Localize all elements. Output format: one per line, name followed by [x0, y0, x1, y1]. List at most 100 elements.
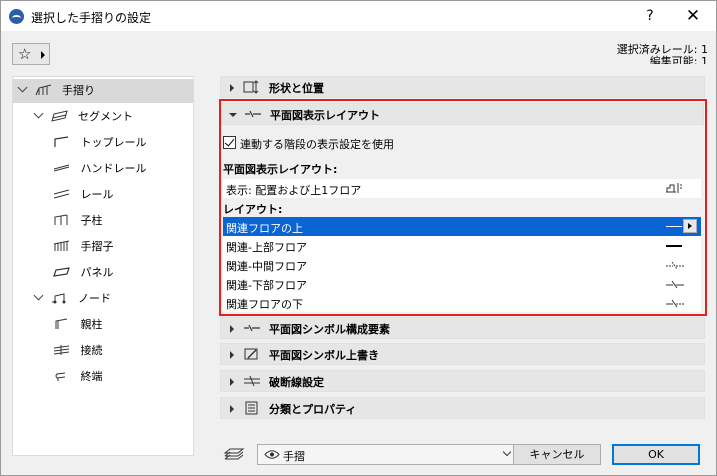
- break-line-icon: [666, 260, 684, 270]
- tree-item-label: トップレール: [80, 136, 147, 149]
- tree-item-main-post[interactable]: 親柱: [53, 313, 103, 337]
- tree-item-baluster[interactable]: 手摺子: [53, 235, 114, 259]
- eye-icon: [264, 449, 280, 460]
- railing-icon: [35, 84, 52, 96]
- chevron-down-icon[interactable]: [17, 82, 28, 93]
- tree-item-label: パネル: [80, 266, 114, 279]
- connection-icon: [53, 344, 70, 356]
- star-icon: ☆: [18, 45, 32, 63]
- section-symbol-components[interactable]: 平面図シンボル構成要素: [220, 317, 705, 339]
- expand-arrow-icon: [230, 84, 234, 92]
- symbol-components-icon: [243, 321, 261, 335]
- post-icon: [53, 214, 70, 226]
- handrail-icon: [53, 162, 70, 174]
- display-value: 表示: 配置および上1フロア: [226, 184, 362, 197]
- section-break-line[interactable]: 破断線設定: [220, 370, 705, 392]
- tree-item-label: ハンドレール: [80, 162, 147, 175]
- tree-item-label: ノード: [78, 292, 111, 305]
- tree-item-label: 手摺子: [80, 240, 114, 253]
- favorite-selector[interactable]: 手摺: [257, 444, 519, 465]
- favorites-button[interactable]: ☆: [12, 43, 50, 65]
- layout-label: レイアウト:: [223, 203, 283, 216]
- document-list-icon: [243, 401, 261, 415]
- segment-icon: [50, 110, 68, 122]
- tree-item-label: 子柱: [80, 214, 103, 227]
- tree-item-railing[interactable]: 手摺り: [13, 79, 193, 103]
- tree-item-top-rail[interactable]: トップレール: [53, 131, 147, 155]
- tree-item-connection[interactable]: 接続: [53, 339, 103, 363]
- tree-item-label: 親柱: [80, 318, 103, 331]
- main-post-icon: [53, 318, 70, 330]
- layout-row-below[interactable]: 関連フロアの下: [223, 293, 701, 312]
- node-icon: [51, 292, 68, 304]
- editable-count: 編集可能: 1: [649, 55, 708, 64]
- symbol-override-icon: [243, 347, 261, 361]
- layout-row-lower[interactable]: 関連-下部フロア: [223, 274, 701, 293]
- rail-icon: [53, 188, 70, 200]
- tree-item-panel[interactable]: パネル: [53, 261, 114, 285]
- tree-item-handrail[interactable]: ハンドレール: [53, 157, 147, 181]
- tree-item-node[interactable]: ノード: [33, 287, 111, 311]
- checkbox-checked[interactable]: [223, 136, 236, 149]
- tree-item-label: セグメント: [78, 110, 133, 123]
- top-rail-icon: [53, 136, 70, 148]
- layers-icon[interactable]: [223, 447, 245, 463]
- tree-item-label: 接続: [80, 344, 103, 357]
- section-label: 分類とプロパティ: [269, 403, 357, 416]
- section-label: 平面図シンボル上書き: [269, 349, 379, 362]
- shape-position-icon: [243, 80, 261, 94]
- app-logo-icon: [9, 9, 24, 24]
- tree-item-label: レール: [80, 188, 114, 201]
- section-label: 破断線設定: [269, 376, 324, 389]
- settings-dialog: 選択した手摺りの設定 ? ✕ ☆ 選択済みレール: 1 編集可能: 1 手摺り …: [0, 0, 717, 476]
- chevron-down-icon: [502, 447, 512, 457]
- break-line-icon: [666, 298, 684, 308]
- break-line-icon: [666, 279, 684, 289]
- help-button[interactable]: ?: [628, 1, 672, 31]
- tree-item-post[interactable]: 子柱: [53, 209, 103, 233]
- layout-dropdown-button[interactable]: [683, 219, 697, 233]
- layout-heading: 平面図表示レイアウト:: [223, 163, 338, 176]
- tree-item-rail[interactable]: レール: [53, 183, 114, 207]
- panel-divider[interactable]: [199, 76, 216, 456]
- layout-list: 関連フロアの上 関連-上部フロア 関連-中間フロア 関連-下部フロア 関連フロア…: [223, 217, 701, 312]
- section-label: 平面図シンボル構成要素: [269, 323, 390, 336]
- layout-label-text: 関連-中間フロア: [226, 260, 307, 273]
- display-selector[interactable]: 表示: 配置および上1フロア: [223, 179, 701, 198]
- section-classification[interactable]: 分類とプロパティ: [220, 397, 705, 419]
- tree-item-label: 終端: [80, 370, 103, 383]
- window-title: 選択した手摺りの設定: [31, 11, 152, 25]
- expand-arrow-icon: [230, 405, 234, 413]
- solid-line-icon: [666, 245, 682, 247]
- chevron-down-icon[interactable]: [33, 290, 44, 301]
- layout-row-upper[interactable]: 関連-上部フロア: [223, 236, 701, 255]
- ok-button[interactable]: OK: [612, 444, 700, 465]
- section-symbol-override[interactable]: 平面図シンボル上書き: [220, 343, 705, 365]
- layout-label-text: 関連フロアの上: [226, 222, 303, 235]
- layout-label-text: 関連-上部フロア: [226, 241, 307, 254]
- layout-row-middle[interactable]: 関連-中間フロア: [223, 255, 701, 274]
- expand-arrow-icon: [230, 378, 234, 386]
- layout-row-above[interactable]: 関連フロアの上: [223, 217, 701, 236]
- chevron-down-icon[interactable]: [33, 108, 44, 119]
- tree-item-label: 手摺り: [62, 84, 95, 97]
- favorite-value: 手摺: [283, 450, 305, 463]
- layout-label-text: 関連フロアの下: [226, 298, 303, 311]
- title-bar: 選択した手摺りの設定 ? ✕: [1, 1, 716, 31]
- tree-item-segment[interactable]: セグメント: [33, 105, 133, 129]
- solid-line-icon: [666, 226, 682, 227]
- panel-icon: [53, 266, 70, 278]
- expand-arrow-icon: [230, 351, 234, 359]
- section-label: 形状と位置: [269, 82, 324, 95]
- expand-arrow-icon: [230, 325, 234, 333]
- arrow-right-icon: [41, 51, 45, 59]
- end-icon: [53, 370, 70, 382]
- section-shape-position[interactable]: 形状と位置: [220, 76, 705, 98]
- tree-panel: 手摺り セグメント トップレール ハンドレール レール 子柱 手摺子 パネル ノ…: [12, 76, 194, 456]
- layout-label-text: 関連-下部フロア: [226, 279, 307, 292]
- tree-item-end[interactable]: 終端: [53, 365, 103, 389]
- close-button[interactable]: ✕: [671, 1, 715, 31]
- baluster-icon: [53, 240, 70, 252]
- break-line-icon: [243, 374, 261, 388]
- cancel-button[interactable]: キャンセル: [513, 444, 601, 465]
